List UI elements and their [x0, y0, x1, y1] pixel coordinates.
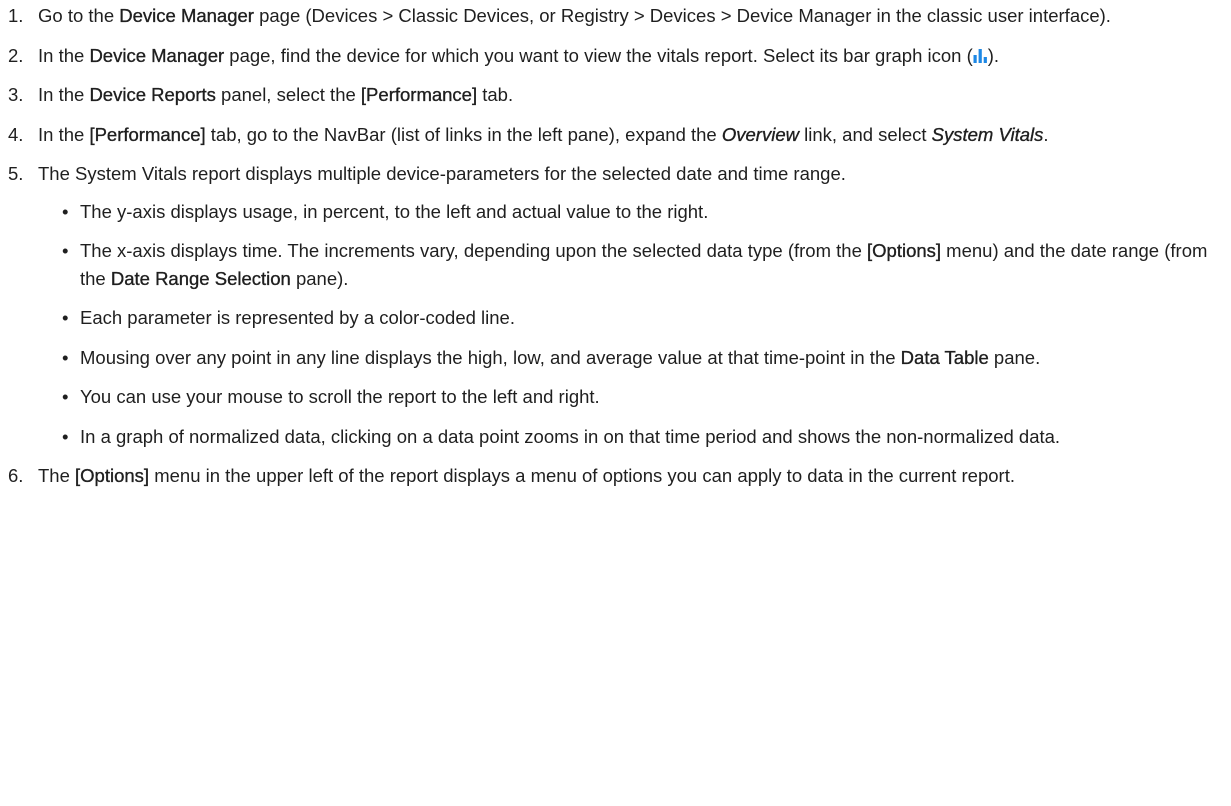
- step-number: 4.: [8, 123, 24, 145]
- text-run: tab.: [477, 84, 514, 105]
- step-text: In the Device Reports panel, select the …: [38, 81, 1231, 109]
- instruction-document: 1. Go to the Device Manager page (Devices…: [0, 0, 1231, 490]
- text-run: In the: [38, 44, 90, 66]
- text-run: tab, go to the NavBar (list of links in …: [205, 123, 722, 145]
- bullet-item: • You can use your mouse to scroll the re…: [38, 383, 1231, 411]
- text-run: Go to the: [38, 5, 120, 26]
- text-run: You can use your mouse to scroll the rep…: [80, 386, 600, 407]
- text-run: In a graph of normalized data, clicking …: [80, 425, 1061, 447]
- text-run: The x-axis displays time. The increments…: [80, 240, 867, 261]
- ui-term: Device Reports: [89, 84, 216, 105]
- step-number: 2.: [8, 44, 24, 66]
- step-5: 5. The System Vitals report displays mult…: [0, 160, 1231, 450]
- step-3: 3. In the Device Reports panel, select th…: [0, 81, 1231, 109]
- bullet-dot: •: [62, 346, 69, 368]
- bullet-dot: •: [62, 425, 69, 447]
- ui-term: Device Manager: [89, 44, 225, 66]
- text-run: The: [38, 465, 76, 486]
- bullet-dot: •: [62, 240, 69, 261]
- text-run: page, find the device for which you want…: [224, 44, 973, 66]
- text-run: Mousing over any point in any line displ…: [80, 346, 901, 368]
- bullet-text: The y-axis displays usage, in percent, t…: [80, 198, 1231, 226]
- step-number: 3.: [8, 84, 24, 105]
- bullet-dot: •: [62, 386, 69, 407]
- step-number: 6.: [8, 465, 24, 486]
- text-run: The y-axis displays usage, in percent, t…: [80, 200, 709, 222]
- step-6: 6. The [Options] menu in the upper left o…: [0, 462, 1231, 490]
- text-run: .: [1043, 123, 1049, 145]
- text-run: Each parameter is represented by a color…: [80, 307, 515, 328]
- step-text: In the [Performance] tab, go to the NavB…: [38, 121, 1231, 149]
- text-run: pane.: [988, 346, 1041, 368]
- bullet-item: • The y-axis displays usage, in percent, …: [38, 198, 1231, 226]
- text-run: In the: [38, 123, 90, 145]
- step-text: The System Vitals report displays multip…: [38, 160, 1231, 188]
- text-run: page (Devices > Classic Devices, or Regi…: [253, 5, 1111, 26]
- bullet-item: • The x-axis displays time. The increment…: [38, 237, 1231, 292]
- ui-term: Device Manager: [119, 5, 254, 26]
- ui-term: [Performance]: [360, 84, 478, 105]
- nav-link-term: System Vitals: [931, 123, 1044, 145]
- bar-graph-icon: [973, 48, 988, 64]
- bullet-text: Mousing over any point in any line displ…: [80, 344, 1231, 372]
- text-run: ).: [987, 44, 1000, 66]
- ui-term: Data Table: [900, 346, 989, 368]
- bullet-list: • The y-axis displays usage, in percent, …: [38, 198, 1231, 451]
- steps-list: 1. Go to the Device Manager page (Devices…: [0, 2, 1231, 490]
- bullet-dot: •: [62, 200, 69, 222]
- bullet-dot: •: [62, 307, 69, 328]
- bullet-item: • In a graph of normalized data, clicking…: [38, 423, 1231, 451]
- text-run: link, and select: [798, 123, 932, 145]
- step-number: 5.: [8, 163, 24, 184]
- bullet-item: • Mousing over any point in any line disp…: [38, 344, 1231, 372]
- step-1: 1. Go to the Device Manager page (Devices…: [0, 2, 1231, 30]
- text-run: menu in the upper left of the report dis…: [149, 465, 1015, 486]
- step-2: 2. In the Device Manager page, find the d…: [0, 42, 1231, 70]
- step-number: 1.: [8, 5, 24, 26]
- nav-link-term: Overview: [721, 123, 799, 145]
- text-run: In the: [38, 84, 90, 105]
- ui-term: [Options]: [867, 240, 942, 261]
- bullet-text: Each parameter is represented by a color…: [80, 304, 1231, 332]
- ui-term: [Options]: [75, 465, 150, 486]
- ui-term: [Performance]: [89, 123, 206, 145]
- step-text: Go to the Device Manager page (Devices >…: [38, 2, 1231, 30]
- bullet-text: In a graph of normalized data, clicking …: [80, 423, 1231, 451]
- bullet-item: • Each parameter is represented by a colo…: [38, 304, 1231, 332]
- text-run: The System Vitals report displays multip…: [38, 163, 846, 184]
- bullet-text: You can use your mouse to scroll the rep…: [80, 383, 1231, 411]
- text-run: panel, select the: [215, 84, 361, 105]
- step-text: In the Device Manager page, find the dev…: [38, 42, 1231, 70]
- text-run: pane).: [290, 267, 349, 289]
- step-4: 4. In the [Performance] tab, go to the Na…: [0, 121, 1231, 149]
- bullet-text: The x-axis displays time. The increments…: [80, 237, 1231, 292]
- ui-term: Date Range Selection: [110, 267, 291, 289]
- step-text: The [Options] menu in the upper left of …: [38, 462, 1231, 490]
